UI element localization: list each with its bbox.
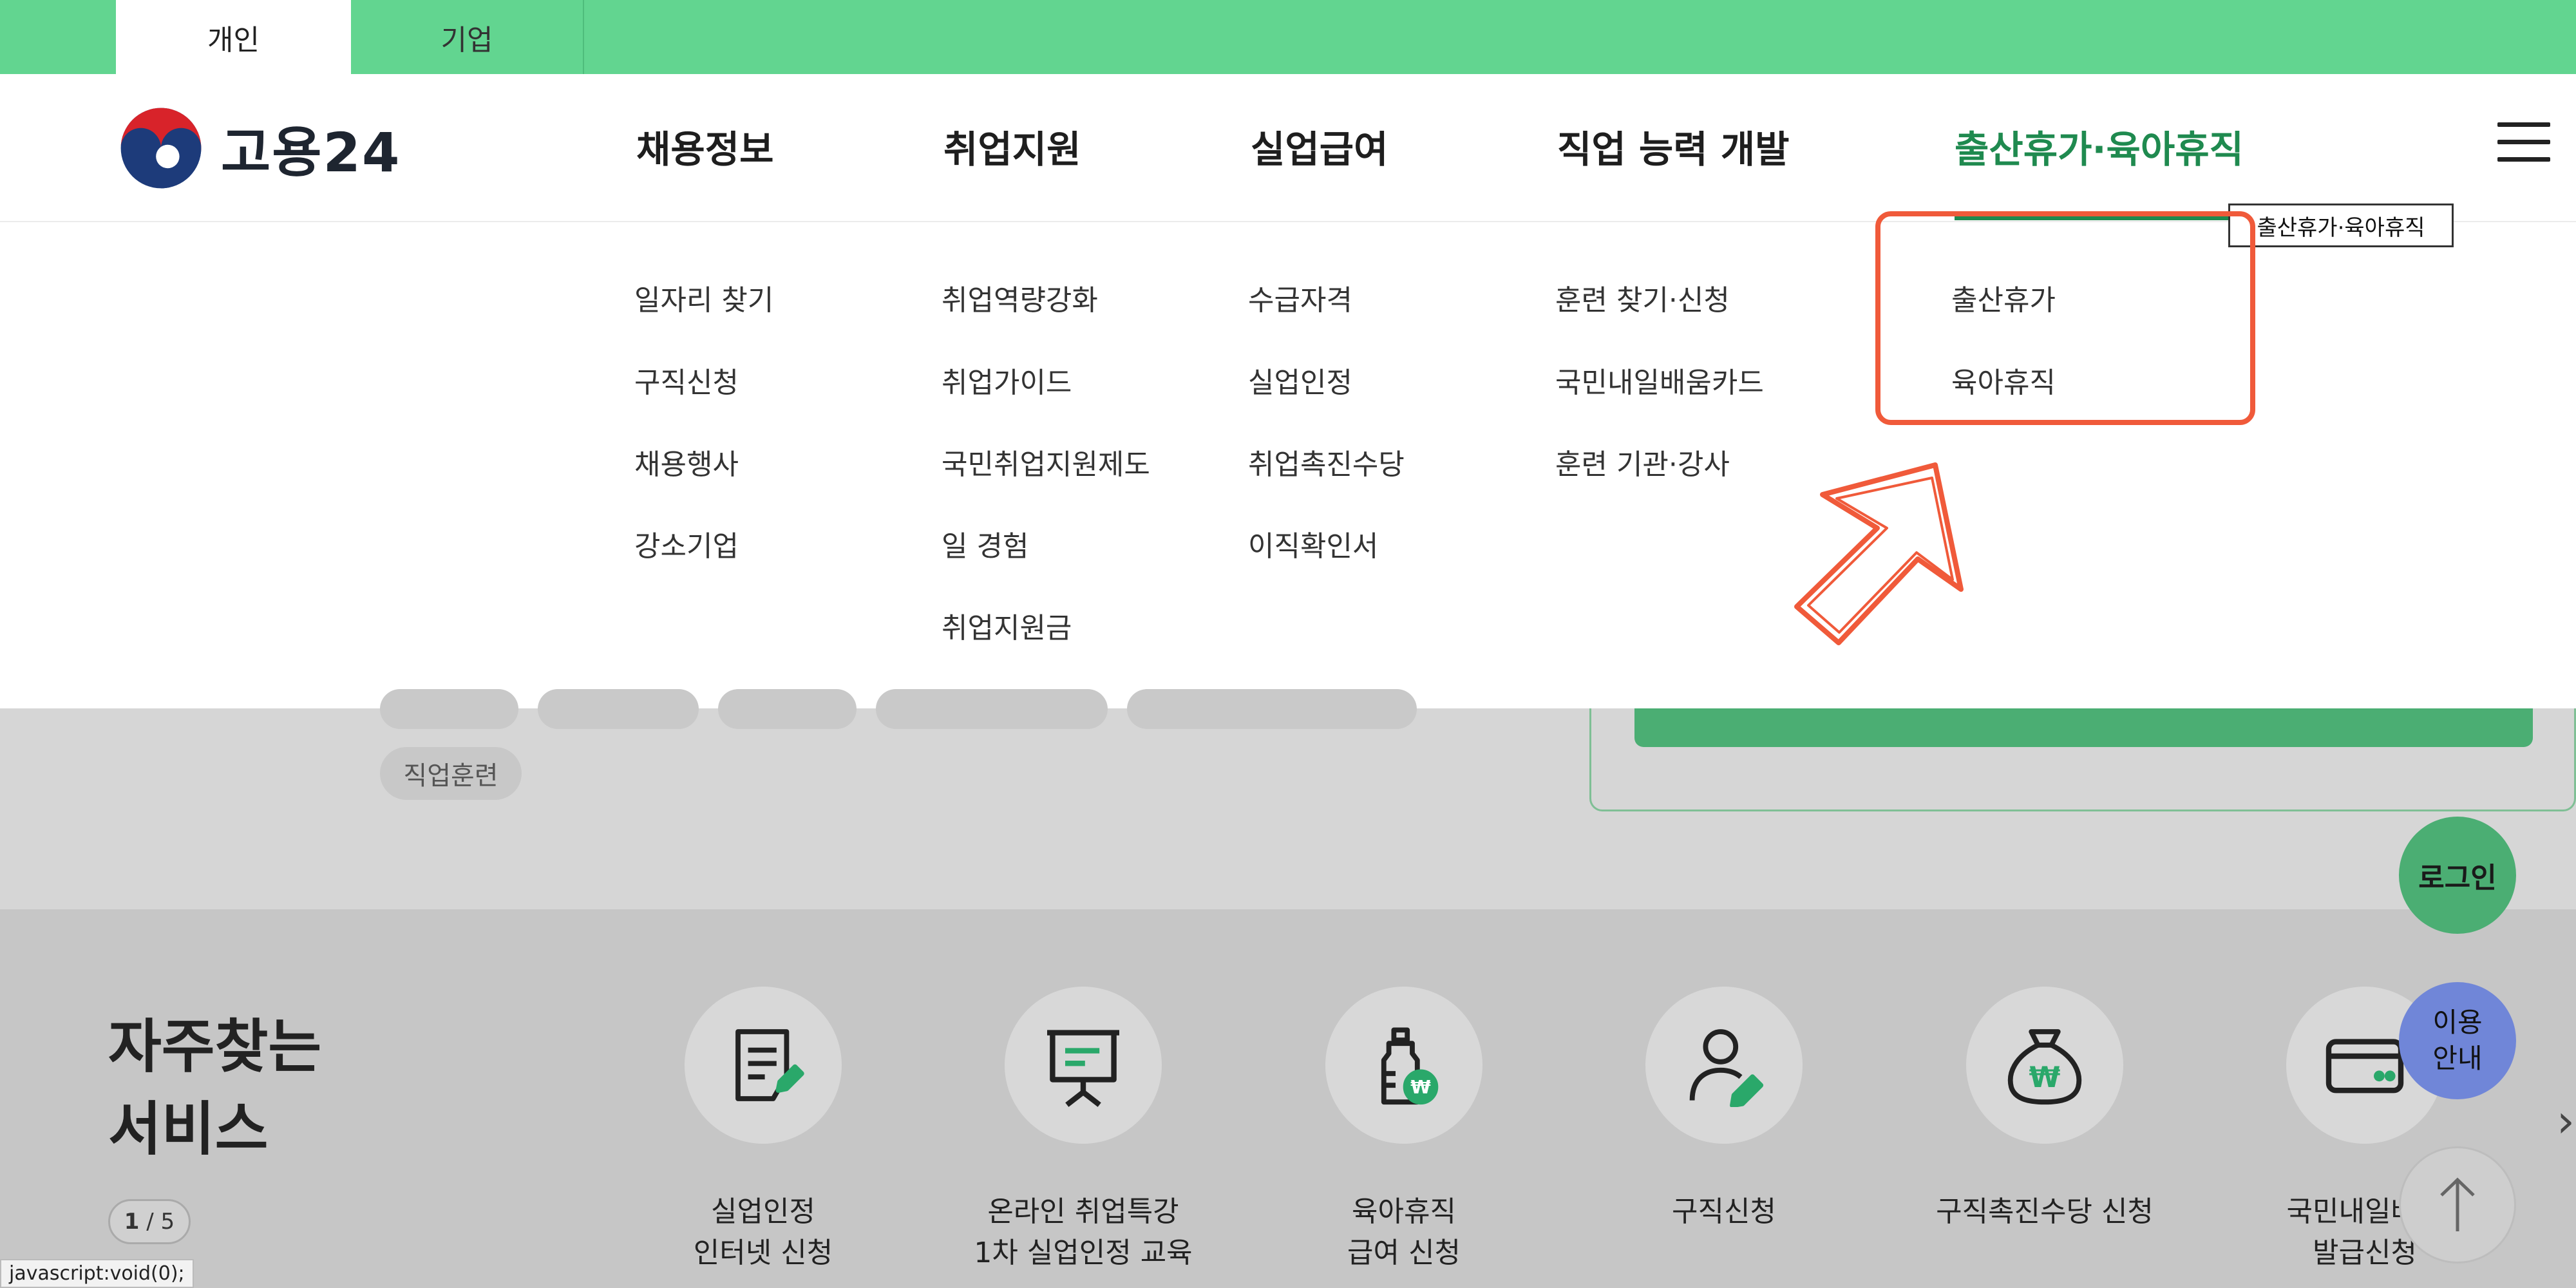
document-pen-icon [685, 987, 842, 1144]
pointer-arrow-icon [1794, 462, 1964, 645]
baby-bottle-won-icon: ₩ [1325, 987, 1482, 1144]
gnb-vocational-training[interactable]: 직업 능력 개발 [1557, 119, 1790, 173]
submenu-unemployment-certification[interactable]: 실업인정 [1248, 359, 1352, 401]
submenu-eligibility[interactable]: 수급자격 [1248, 277, 1352, 318]
login-button-bg[interactable] [1634, 708, 2533, 747]
tab-corporate[interactable]: 기업 [351, 0, 584, 74]
bg-chip [380, 689, 518, 729]
service-online-lecture[interactable]: 온라인 취업특강 1차 실업인정 교육 [929, 987, 1238, 1274]
logo-text: 고용24 [221, 120, 401, 184]
submenu-training-institutions[interactable]: 훈련 기관·강사 [1555, 441, 1730, 482]
bg-chip [538, 689, 699, 729]
floating-guide-button[interactable]: 이용 안내 [2399, 982, 2516, 1099]
arrow-up-icon [2440, 1177, 2475, 1231]
submenu-employment-guide[interactable]: 취업가이드 [942, 359, 1072, 401]
service-job-application[interactable]: 구직신청 [1569, 987, 1879, 1233]
submenu-work-experience[interactable]: 일 경험 [942, 523, 1028, 564]
service-job-seeking-allowance[interactable]: ₩ 구직촉진수당 신청 [1890, 987, 2199, 1233]
presentation-board-icon [1005, 987, 1162, 1144]
gnb-jobs[interactable]: 채용정보 [636, 119, 773, 173]
gnb-unemployment-benefit[interactable]: 실업급여 [1251, 119, 1388, 173]
scroll-top-button[interactable] [2399, 1146, 2516, 1264]
submenu-national-employment-support[interactable]: 국민취업지원제도 [942, 441, 1150, 482]
service-label: 온라인 취업특강 1차 실업인정 교육 [974, 1195, 1193, 1269]
svg-text:₩: ₩ [2029, 1061, 2061, 1094]
submenu-employment-subsidy[interactable]: 취업지원금 [942, 605, 1072, 646]
section-title: 자주찾는 서비스 [108, 1013, 322, 1163]
gnb-employment-support[interactable]: 취업지원 [943, 119, 1081, 173]
service-label: 구직촉진수당 신청 [1936, 1195, 2154, 1228]
submenu-reemployment-allowance[interactable]: 취업촉진수당 [1248, 441, 1405, 482]
site-header: 고용24 채용정보 취업지원 실업급여 직업 능력 개발 출산휴가·육아휴직 [0, 74, 2576, 222]
submenu-job-application[interactable]: 구직신청 [634, 359, 739, 401]
carousel-next-icon[interactable]: › [2557, 1095, 2575, 1148]
submenu-capability-building[interactable]: 취업역량강화 [942, 277, 1098, 318]
service-childcare-leave-benefit[interactable]: ₩ 육아휴직 급여 신청 [1249, 987, 1558, 1274]
money-bag-won-icon: ₩ [1966, 987, 2123, 1144]
menu-hamburger-icon[interactable] [2497, 122, 2550, 166]
svg-text:₩: ₩ [1410, 1076, 1431, 1098]
submenu-hiring-events[interactable]: 채용행사 [634, 441, 739, 482]
site-logo[interactable]: 고용24 [119, 106, 401, 190]
taegeuk-logo-icon [120, 108, 202, 189]
frequent-services-section: 자주찾는 서비스 1 / 5 실업인정 인터넷 신청 온라인 취업특강 1차 실… [0, 909, 2576, 1288]
service-label: 구직신청 [1672, 1195, 1776, 1228]
submenu-training-search[interactable]: 훈련 찾기·신청 [1555, 277, 1730, 318]
audience-bar: 개인 기업 [0, 0, 2576, 74]
submenu-small-giant-companies[interactable]: 강소기업 [634, 523, 739, 564]
service-label: 실업인정 인터넷 신청 [693, 1195, 833, 1269]
service-unemployment-certification[interactable]: 실업인정 인터넷 신청 [609, 987, 918, 1274]
status-bar-url: javascript:void(0); [0, 1259, 194, 1288]
submenu-job-search[interactable]: 일자리 찾기 [634, 277, 773, 318]
carousel-pager: 1 / 5 [108, 1199, 191, 1244]
service-label: 육아휴직 급여 신청 [1347, 1195, 1461, 1269]
keyword-chip-vocational-training[interactable]: 직업훈련 [380, 747, 522, 800]
tab-personal[interactable]: 개인 [116, 0, 351, 74]
highlight-box [1875, 211, 2255, 425]
floating-login-button[interactable]: 로그인 [2399, 817, 2516, 934]
person-pen-icon [1645, 987, 1803, 1144]
bg-chip [1127, 689, 1417, 729]
gnb-parental-leave[interactable]: 출산휴가·육아휴직 [1955, 119, 2244, 173]
submenu-learning-card[interactable]: 국민내일배움카드 [1555, 359, 1764, 401]
menu-tooltip: 출산휴가·육아휴직 [2228, 204, 2454, 247]
bg-chip [718, 689, 857, 729]
submenu-separation-certificate[interactable]: 이직확인서 [1248, 523, 1378, 564]
bg-chip [876, 689, 1108, 729]
